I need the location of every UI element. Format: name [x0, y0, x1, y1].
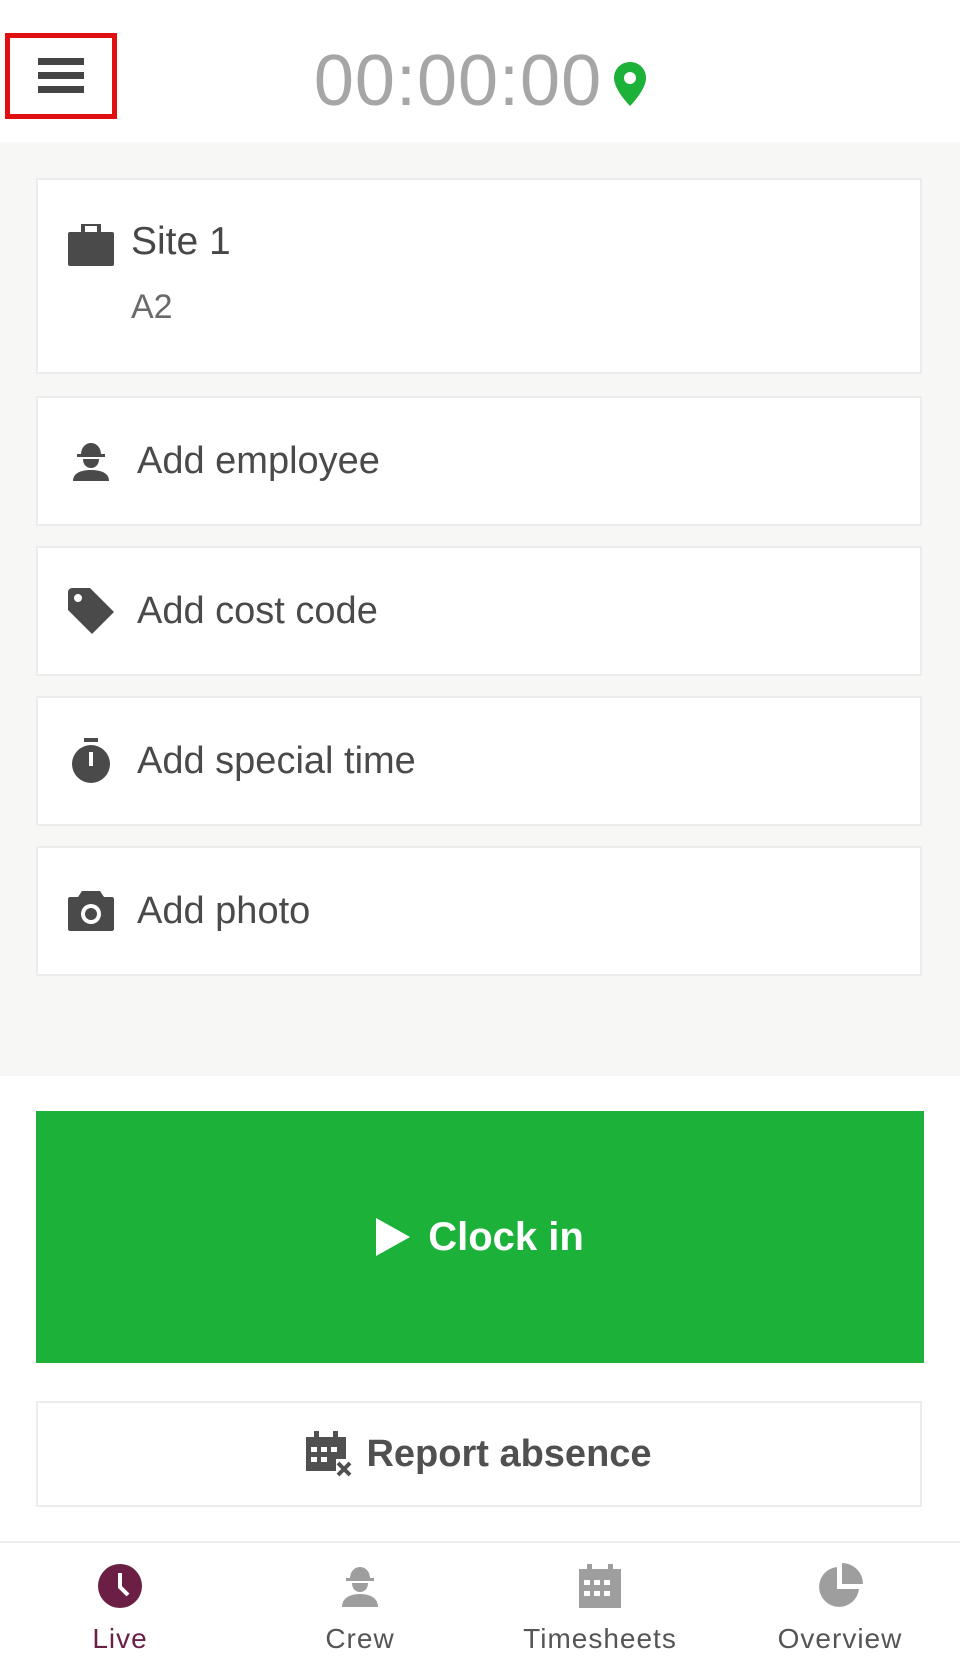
tab-overview-label: Overview — [777, 1623, 903, 1654]
location-pin-icon[interactable] — [614, 62, 647, 106]
clock-in-button[interactable]: Clock in — [36, 1111, 924, 1363]
site-subtitle: A2 — [131, 288, 173, 326]
timer-text: 00:00:00 — [313, 41, 603, 121]
play-icon — [376, 1218, 411, 1256]
worker-icon — [66, 436, 116, 486]
tab-timesheets-label: Timesheets — [523, 1623, 677, 1654]
timer-display: 00:00:00 — [0, 40, 960, 122]
add-employee-label: Add employee — [137, 439, 380, 482]
stopwatch-icon — [66, 736, 116, 786]
clock-in-label: Clock in — [428, 1214, 584, 1259]
calendar-remove-icon — [306, 1431, 352, 1477]
add-photo-button[interactable]: Add photo — [36, 846, 922, 976]
tab-live-label: Live — [92, 1623, 148, 1654]
add-employee-button[interactable]: Add employee — [36, 396, 922, 526]
site-title: Site 1 — [131, 220, 231, 263]
briefcase-icon — [66, 220, 116, 270]
tab-crew-label: Crew — [325, 1623, 395, 1654]
add-special-time-button[interactable]: Add special time — [36, 696, 922, 826]
app-header: 00:00:00 — [0, 0, 960, 142]
add-cost-code-label: Add cost code — [137, 589, 378, 632]
add-photo-label: Add photo — [137, 889, 311, 932]
tab-crew[interactable]: Crew — [240, 1543, 480, 1666]
pie-chart-icon — [817, 1561, 863, 1611]
add-cost-code-button[interactable]: Add cost code — [36, 546, 922, 676]
report-absence-label: Report absence — [366, 1432, 652, 1475]
tab-timesheets[interactable]: Timesheets — [480, 1543, 720, 1666]
worker-icon — [340, 1561, 380, 1611]
report-absence-button[interactable]: Report absence — [36, 1401, 922, 1507]
camera-icon — [66, 886, 116, 936]
content-area: Site 1 A2 Add employee Add cost code Add… — [0, 142, 960, 1076]
bottom-tab-bar: Live Crew Timesheets Overview — [0, 1541, 960, 1666]
clock-icon — [97, 1561, 143, 1611]
tab-overview[interactable]: Overview — [720, 1543, 960, 1666]
tab-live[interactable]: Live — [0, 1543, 240, 1666]
tag-icon — [66, 586, 116, 636]
calendar-icon — [579, 1561, 621, 1611]
site-card[interactable]: Site 1 A2 — [36, 178, 922, 374]
add-special-time-label: Add special time — [137, 739, 416, 782]
